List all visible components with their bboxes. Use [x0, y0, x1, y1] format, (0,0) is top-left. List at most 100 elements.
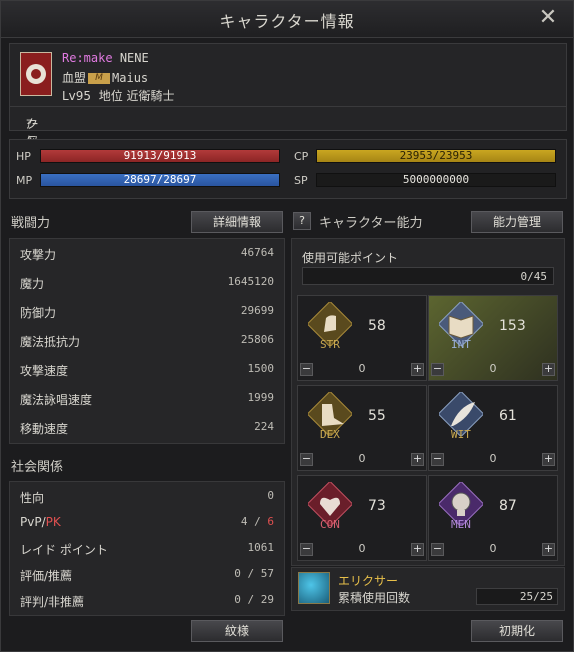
combat-row: 攻撃速度 1500 [10, 355, 284, 384]
clan-line: 血盟 M Maius [62, 69, 148, 86]
social-label: 性向 [20, 491, 45, 505]
social-value: 0 [267, 489, 274, 502]
stat-card-int: 153 INT − 0 + [428, 295, 558, 381]
stat-value: 87 [499, 498, 517, 514]
stat-value: 224 [254, 420, 274, 433]
social-value: 1061 [247, 541, 275, 554]
clan-crest-icon [20, 52, 52, 96]
mp-label: MP [16, 174, 33, 187]
social-value: 0 / 29 [234, 593, 274, 606]
mp-bar: 28697/28697 [40, 173, 280, 187]
stat-value: 61 [499, 408, 517, 424]
stat-card-str: 58 STR − 0 + [297, 295, 427, 381]
plus-button[interactable]: + [542, 363, 555, 376]
alloc-value: 0 [358, 452, 366, 465]
pvp-value: 4 [240, 515, 248, 528]
plus-button[interactable]: + [411, 543, 424, 556]
plus-button[interactable]: + [542, 453, 555, 466]
minus-button[interactable]: − [300, 453, 313, 466]
stat-abbr: MEN [451, 518, 471, 531]
plus-button[interactable]: + [411, 453, 424, 466]
cp-bar: 23953/23953 [316, 149, 556, 163]
plus-button[interactable]: + [542, 543, 555, 556]
stat-card-con: 73 CON − 0 + [297, 475, 427, 561]
stat-label: 魔法抵抗力 [20, 335, 81, 349]
minus-button[interactable]: − [431, 453, 444, 466]
social-row: 評価/推薦 0 / 57 [10, 560, 284, 586]
pk-value: 6 [267, 515, 274, 528]
alloc-value: 0 [489, 452, 497, 465]
stat-value: 46764 [240, 246, 274, 259]
points-box: 0/45 [302, 267, 554, 285]
stat-stepper: − 0 + [300, 452, 424, 468]
sp-label: SP [294, 174, 308, 187]
combat-row: 魔力 1645120 [10, 268, 284, 297]
title-bar[interactable]: キャラクター情報 ✕ [1, 1, 573, 38]
clan-name: 血盟 [62, 71, 87, 85]
elixir-count-label: 累積使用回数 [338, 591, 411, 605]
alliance-name: Maius [112, 71, 149, 85]
minus-button[interactable]: − [300, 363, 313, 376]
stat-abbr: STR [320, 338, 340, 351]
stat-abbr: CON [320, 518, 340, 531]
help-icon[interactable]: ? [293, 212, 311, 230]
stat-label: 攻撃力 [20, 248, 57, 262]
stat-stepper: − 0 + [431, 452, 555, 468]
stat-card-dex: 55 DEX − 0 + [297, 385, 427, 471]
pvp-pk-value: 4 / 6 [241, 515, 274, 528]
name-prefix: Re:make [62, 51, 113, 65]
plus-button[interactable]: + [411, 363, 424, 376]
crest-button[interactable]: 紋様 [191, 620, 283, 642]
elixir-icon [298, 572, 330, 604]
combat-row: 魔法抵抗力 25806 [10, 326, 284, 355]
hp-label: HP [16, 150, 31, 163]
stat-stepper: − 0 + [300, 542, 424, 558]
class-row: クラス ｱｰｸﾒｲｼﾞ [10, 106, 566, 182]
minus-button[interactable]: − [431, 543, 444, 556]
social-row: 評判/非推薦 0 / 29 [10, 586, 284, 612]
points-value: 0/45 [520, 270, 548, 283]
level-line: Lv95 地位 近衛騎士 [62, 87, 175, 104]
combat-row: 魔法詠唱速度 1999 [10, 384, 284, 413]
social-label: 評判/非推薦 [20, 595, 85, 609]
ability-manage-button[interactable]: 能力管理 [471, 211, 563, 233]
alloc-value: 0 [489, 542, 497, 555]
level-value: Lv95 [62, 89, 92, 103]
stat-label: 魔力 [20, 277, 45, 291]
stat-label: 魔法詠唱速度 [20, 393, 93, 407]
detail-info-button[interactable]: 詳細情報 [191, 211, 283, 233]
minus-button[interactable]: − [431, 363, 444, 376]
stat-value: 73 [368, 498, 386, 514]
vitals-panel: HP 91913/91913 CP 23953/23953 MP 28697/2… [9, 139, 567, 199]
minus-button[interactable]: − [300, 543, 313, 556]
pvp-label: PvP [20, 515, 42, 529]
stat-abbr: WIT [451, 428, 471, 441]
elixir-count-value: 25/25 [476, 588, 558, 605]
elixir-panel: エリクサー 累積使用回数 25/25 [291, 567, 565, 611]
character-info-window: キャラクター情報 ✕ Re:make NENE 血盟 M Maius Lv95 地位… [0, 0, 574, 652]
abilities-title: キャラクター能力 [319, 216, 423, 231]
close-icon: ✕ [538, 5, 558, 30]
points-label: 使用可能ポイント [302, 251, 399, 265]
reset-button[interactable]: 初期化 [471, 620, 563, 642]
stat-stepper: − 0 + [300, 362, 424, 378]
window-title: キャラクター情報 [219, 12, 355, 31]
social-label: 評価/推薦 [20, 569, 73, 583]
elixir-name: エリクサー [338, 574, 399, 588]
stat-label: 移動速度 [20, 422, 69, 436]
pk-label: PK [45, 515, 61, 529]
clan-badge-icon: M [88, 73, 111, 84]
combat-stats-panel: 攻撃力 46764 魔力 1645120 防御力 29699 魔法抵抗力 25806 攻… [9, 238, 285, 444]
alloc-value: 0 [489, 362, 497, 375]
combat-row: 防御力 29699 [10, 297, 284, 326]
name-text: NENE [119, 51, 149, 65]
hp-bar: 91913/91913 [40, 149, 280, 163]
stat-stepper: − 0 + [431, 362, 555, 378]
close-button[interactable]: ✕ [537, 7, 559, 29]
rank-label: 地位 [98, 89, 123, 103]
stat-value: 1645120 [227, 275, 274, 288]
abilities-panel: 使用可能ポイント 0/45 58 STR − 0 + 153 INT − 0 + [291, 238, 565, 566]
rank-value: 近衛騎士 [126, 89, 175, 103]
pvp-pk-label: PvP/PK [20, 515, 61, 529]
social-row-pvp: PvP/PK 4 / 6 [10, 508, 284, 534]
